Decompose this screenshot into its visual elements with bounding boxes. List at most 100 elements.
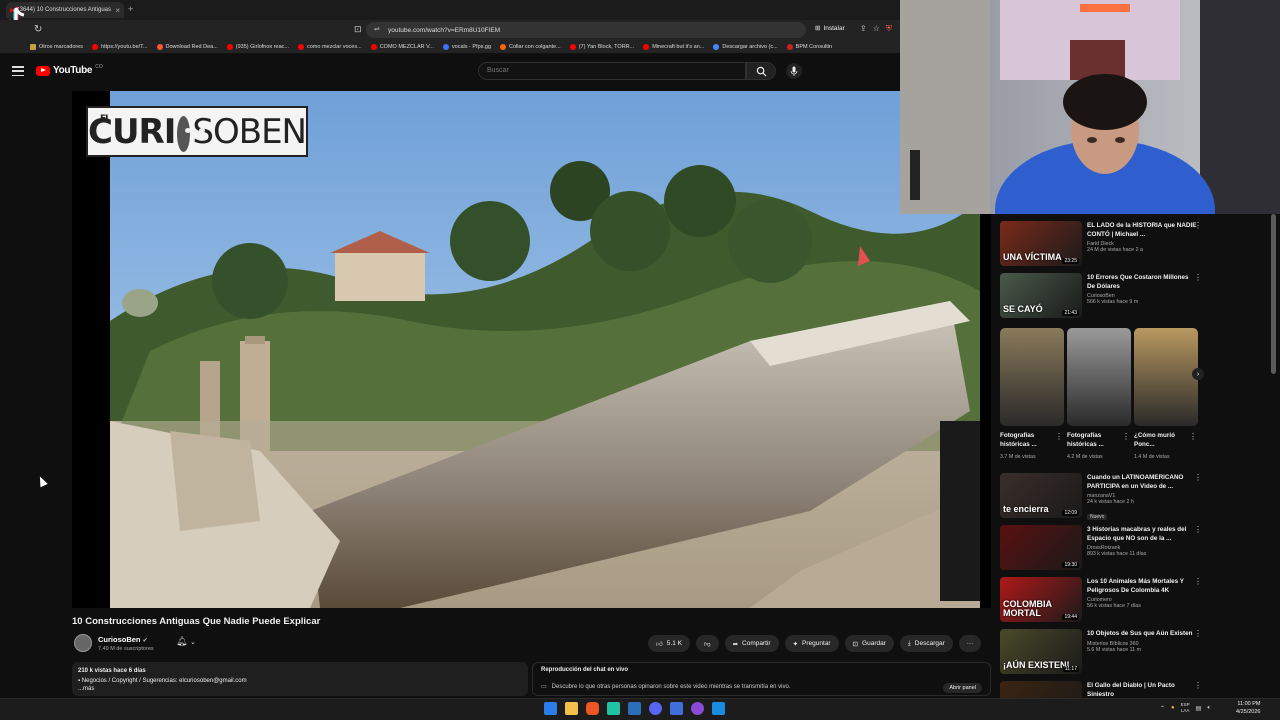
install-app-button[interactable]: ⊞ Instalar [815,24,845,33]
more-options-icon[interactable]: ⋮ [1189,432,1197,441]
video-thumbnail[interactable]: te encierra 12:09 [1000,473,1082,518]
page-scrollbar[interactable] [1271,214,1276,374]
obs-app-icon[interactable] [607,702,620,715]
more-options-icon[interactable]: ⋮ [1194,221,1202,230]
bookmark-favicon-icon [156,43,163,50]
bookmark-item[interactable]: como mezclar voces... [297,43,362,50]
more-options-icon[interactable]: ⋮ [1194,577,1202,586]
bookmark-item[interactable]: COMO MEZCLAR V... [370,43,434,50]
recommended-video[interactable]: UNA VÍCTIMA 23:25 EL LADO de la HISTORIA q… [998,218,1208,266]
recommended-video[interactable]: SE CAYÓ 21:43 10 Errores Que Costaron Mill… [998,270,1208,318]
video-thumbnail[interactable]: SE CAYÓ 21:43 [1000,273,1082,318]
bookmark-item[interactable]: (7) Yan Block, TORR... [569,43,634,50]
file-explorer-icon[interactable] [565,702,578,715]
recommended-video[interactable]: ¡AÚN EXISTEN! 11:17 10 Objetos de Sus que … [998,626,1208,674]
share-icon[interactable]: ⇪ [860,24,867,34]
brave-shield-icon[interactable]: ⛨ [886,24,892,34]
more-actions-button[interactable]: ··· [958,635,982,652]
voice-search-button[interactable] [786,63,802,79]
video-title-link[interactable]: 10 Errores Que Costaron Millones De Dóla… [1087,274,1197,291]
search-input[interactable]: Buscar [478,62,746,80]
menu-hamburger-icon[interactable] [12,66,24,76]
bookmark-item[interactable]: Otros marcadores [30,43,83,50]
bookmark-item[interactable]: Minecraft but it's an... [643,43,704,50]
video-thumbnail[interactable]: COLOMBIA MORTAL 19:44 [1000,577,1082,622]
bookmark-star-icon[interactable]: ⊡ [354,24,362,35]
chevron-right-icon[interactable]: › [1192,368,1204,380]
channel-avatar[interactable] [74,634,92,652]
store-icon[interactable] [712,702,725,715]
like-button[interactable]: 👍︎ 5.1 K [648,635,690,652]
recommended-video[interactable]: El Gallo del Diablo | Un Pacto Siniestro… [998,678,1208,698]
bookmark-item[interactable]: https://youtu.be/T... [92,43,148,50]
video-title-link[interactable]: EL LADO de la HISTORIA que NADIE CONTÓ |… [1087,222,1197,239]
language-indicator[interactable]: ESP LAA [1181,702,1190,714]
video-title-link[interactable]: Los 10 Animales Más Mortales Y Peligroso… [1087,578,1197,595]
extensions-icon[interactable]: ☆ [873,24,880,34]
more-options-icon[interactable]: ⋮ [1194,681,1202,690]
channel-name[interactable]: CuriosoBen ✔ [98,635,148,644]
video-player[interactable] [72,91,991,608]
steam-icon[interactable] [628,702,641,715]
media-app-icon[interactable] [691,702,704,715]
short-title[interactable]: ¿Cómo murió Ponc... [1134,432,1190,449]
short-thumbnail[interactable] [1134,328,1198,426]
security-icon[interactable]: ● [1171,705,1175,711]
windows-start-icon[interactable] [544,702,557,715]
install-icon: ⊞ [815,25,821,32]
brave-browser-icon[interactable] [586,702,599,715]
reload-icon[interactable]: ↻ [34,24,42,35]
bookmark-item[interactable]: Descargar archivo (c... [713,43,778,50]
video-thumbnail[interactable]: ¡AÚN EXISTEN! 11:17 [1000,629,1082,674]
bookmark-favicon-icon [569,43,576,50]
video-title-link[interactable]: El Gallo del Diablo | Un Pacto Siniestro [1087,682,1197,698]
share-button[interactable]: ➦ Compartir [724,635,779,652]
more-options-icon[interactable]: ⋮ [1194,525,1202,534]
region-code: CO [95,63,103,70]
description-box[interactable]: 210 k vistas hace 6 días ▪ Negocios / Co… [72,662,528,696]
video-title-link[interactable]: 3 Historias macabras y reales del Espaci… [1087,526,1197,543]
bell-icon: 🔔︎ [176,636,188,646]
recommended-video[interactable]: COLOMBIA MORTAL 19:44 Los 10 Animales Más … [998,574,1208,622]
tray-overflow-icon[interactable]: ⌃ [1160,705,1165,712]
ask-button[interactable]: ✦ Preguntar [784,635,839,652]
discord-icon[interactable] [649,702,662,715]
recommended-video[interactable]: 19:30 3 Historias macabras y reales del E… [998,522,1208,570]
bookmark-item[interactable]: vocals - Pfps.gg [442,43,491,50]
save-button[interactable]: ⊡ Guardar [844,635,894,652]
short-title[interactable]: Fotografías históricas ... [1000,432,1056,449]
more-options-icon[interactable]: ⋮ [1055,432,1063,441]
more-options-icon[interactable]: ⋮ [1194,629,1202,638]
video-title-link[interactable]: 10 Objetos de Sus que Aún Existen [1087,630,1197,639]
bookmark-item[interactable]: Download Red Dea... [156,43,218,50]
video-title-link[interactable]: Cuando un LATINOAMERICANO PARTICIPA en u… [1087,474,1197,491]
volume-icon[interactable]: 🔈︎ [1207,705,1211,712]
bookmark-label: BPM Consultin [795,43,833,50]
open-chat-button[interactable]: Abrir panel [943,683,982,693]
site-info-icon[interactable]: ⇌ [374,25,380,33]
bookmark-item[interactable]: Collar con colgante... [500,43,561,50]
video-thumbnail[interactable]: 19:30 [1000,525,1082,570]
more-options-icon[interactable]: ⋮ [1122,432,1130,441]
video-thumbnail[interactable]: UNA VÍCTIMA 23:25 [1000,221,1082,266]
youtube-logo[interactable]: YouTube CO [36,63,103,76]
app-icon[interactable] [670,702,683,715]
more-options-icon[interactable]: ⋮ [1194,473,1202,482]
download-button[interactable]: ⤓ Descargar [899,635,953,652]
bookmark-item[interactable]: (935) Girlofnox reac... [226,43,289,50]
network-icon[interactable]: ▤ [1196,705,1202,712]
dislike-button[interactable]: 👎︎ [695,635,719,652]
short-title[interactable]: Fotografías históricas ... [1067,432,1123,449]
more-options-icon[interactable]: ⋮ [1194,273,1202,282]
address-bar[interactable]: ⇌ youtube.com/watch?v=ERm8U10FIEM [366,22,806,38]
tab-close-icon[interactable]: × [115,6,120,15]
notification-bell-button[interactable]: 🔔︎ ⌄ [176,636,196,647]
search-button[interactable] [746,62,776,80]
short-thumbnail[interactable] [1000,328,1064,426]
new-tab-button[interactable]: + [128,4,133,14]
video-thumbnail[interactable] [1000,681,1082,698]
recommended-video[interactable]: te encierra 12:09 Cuando un LATINOAMERICAN… [998,470,1208,520]
bookmark-item[interactable]: BPM Consultin [786,43,833,50]
short-thumbnail[interactable] [1067,328,1131,426]
taskbar-clock[interactable]: 11:00 PM 4/25/2026 [1236,700,1260,716]
